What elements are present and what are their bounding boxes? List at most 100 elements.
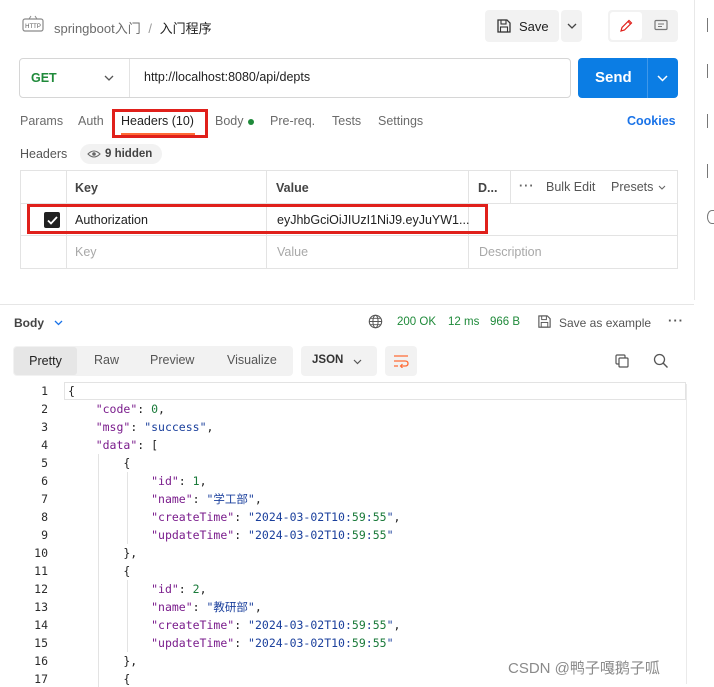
comment-icon [653, 18, 669, 34]
column-header-description: D... [478, 181, 498, 195]
bulk-edit-button[interactable]: Bulk Edit [546, 180, 595, 194]
request-bar: GET http://localhost:8080/api/depts [19, 58, 571, 98]
right-panel-icon-5[interactable] [707, 210, 714, 224]
right-panel-icon-4[interactable] [707, 164, 714, 178]
view-tab-raw[interactable]: Raw [94, 353, 119, 367]
watermark-text: CSDN @鸭子嘎鹅子呱 [508, 660, 660, 677]
line-number: 14 [34, 618, 48, 632]
response-time[interactable]: 12 ms [448, 316, 479, 328]
right-panel-icon-2[interactable] [707, 64, 714, 78]
code-text: }, [68, 654, 138, 668]
code-text: { [68, 672, 131, 686]
response-body-editor[interactable]: 1 {2 "code": 0, 3 "msg": "success", 4 "data… [0, 382, 690, 687]
view-tab-pretty[interactable]: Pretty [14, 347, 77, 375]
code-text: "updateTime": "2024-03-02T10:59:55" [151, 528, 394, 542]
code-text: "id": 1, [151, 474, 207, 488]
code-text: { [68, 564, 131, 578]
right-panel-icon-3[interactable] [707, 114, 714, 128]
tab-params[interactable]: Params [20, 114, 63, 128]
app-logo-icon: HTTP [22, 14, 44, 34]
cursor-line-highlight [64, 382, 686, 400]
breadcrumb-collection[interactable]: springboot入门 [54, 21, 141, 36]
line-number: 8 [41, 510, 48, 524]
url-input[interactable]: http://localhost:8080/api/depts [144, 70, 310, 84]
line-number: 7 [41, 492, 48, 506]
wrap-lines-button[interactable] [385, 346, 417, 376]
chevron-down-icon [353, 359, 362, 365]
method-select[interactable]: GET [20, 59, 130, 97]
view-tab-visualize[interactable]: Visualize [227, 353, 277, 367]
body-indicator-dot [248, 119, 254, 125]
format-label: JSON [312, 354, 344, 366]
format-select[interactable]: JSON [301, 346, 377, 376]
more-options-icon[interactable]: ··· [668, 313, 684, 328]
presets-dropdown[interactable]: Presets [611, 180, 653, 194]
chevron-down-icon[interactable] [54, 320, 63, 326]
cookies-link[interactable]: Cookies [627, 114, 676, 128]
code-text: "createTime": "2024-03-02T10:59:55", [151, 510, 401, 524]
column-header-value: Value [276, 181, 309, 195]
hidden-headers-toggle[interactable]: 9 hidden [80, 144, 162, 164]
line-number: 15 [34, 636, 48, 650]
line-number: 9 [41, 528, 48, 542]
annotation-box-header-row [27, 204, 488, 234]
editor-scrollbar[interactable] [686, 384, 687, 684]
annotation-box-headers-tab [112, 109, 208, 138]
copy-icon[interactable] [614, 353, 630, 369]
send-divider [647, 58, 648, 98]
response-body-label[interactable]: Body [14, 316, 44, 330]
globe-icon[interactable] [368, 314, 383, 329]
line-number: 1 [41, 384, 48, 398]
view-tab-preview[interactable]: Preview [150, 353, 194, 367]
response-divider [0, 304, 694, 305]
line-number: 10 [34, 546, 48, 560]
view-mode-tabs: Pretty Raw Preview Visualize [13, 346, 293, 376]
code-text: "createTime": "2024-03-02T10:59:55", [151, 618, 401, 632]
tab-settings[interactable]: Settings [378, 114, 423, 128]
chevron-down-icon[interactable] [657, 75, 668, 82]
method-label: GET [31, 71, 57, 85]
code-text: "code": 0, [95, 402, 165, 416]
line-number: 5 [41, 456, 48, 470]
save-label: Save [519, 18, 549, 34]
wrap-lines-icon [394, 355, 409, 368]
svg-text:HTTP: HTTP [25, 24, 41, 30]
comments-button[interactable] [646, 12, 676, 40]
hidden-headers-label: 9 hidden [105, 148, 153, 160]
breadcrumb-request-name[interactable]: 入门程序 [160, 21, 212, 36]
breadcrumb-separator: / [148, 21, 152, 36]
line-number: 12 [34, 582, 48, 596]
new-key-placeholder[interactable]: Key [75, 245, 97, 259]
save-options-button[interactable] [561, 10, 582, 42]
breadcrumb: springboot入门 / 入门程序 [54, 18, 212, 37]
right-panel-icon-1[interactable] [707, 18, 714, 32]
save-button[interactable]: Save [485, 10, 559, 42]
code-text: { [68, 384, 75, 398]
code-text: "data": [ [95, 438, 159, 452]
column-header-key: Key [75, 181, 98, 195]
chevron-down-icon [104, 75, 114, 81]
search-icon[interactable] [653, 353, 669, 369]
table-col-divider [510, 171, 511, 203]
new-description-placeholder[interactable]: Description [479, 245, 542, 259]
code-text: }, [68, 546, 138, 560]
save-as-example-button[interactable]: Save as example [559, 316, 651, 330]
edit-button[interactable] [610, 12, 642, 40]
tab-tests[interactable]: Tests [332, 114, 361, 128]
more-options-icon[interactable]: ··· [519, 179, 535, 193]
line-number: 11 [34, 564, 48, 578]
send-label: Send [595, 69, 632, 86]
response-size[interactable]: 966 B [490, 316, 520, 328]
pencil-icon [618, 18, 634, 34]
tab-body[interactable]: Body [215, 114, 244, 128]
line-number: 6 [41, 474, 48, 488]
code-text: "msg": "success", [95, 420, 214, 434]
status-code[interactable]: 200 OK [397, 316, 436, 328]
send-button[interactable]: Send [578, 58, 678, 98]
new-value-placeholder[interactable]: Value [277, 245, 308, 259]
tab-auth[interactable]: Auth [78, 114, 104, 128]
tab-prereq[interactable]: Pre-req. [270, 114, 315, 128]
save-icon [537, 314, 552, 329]
code-text: "name": "学工部", [151, 492, 262, 506]
line-number: 2 [41, 402, 48, 416]
